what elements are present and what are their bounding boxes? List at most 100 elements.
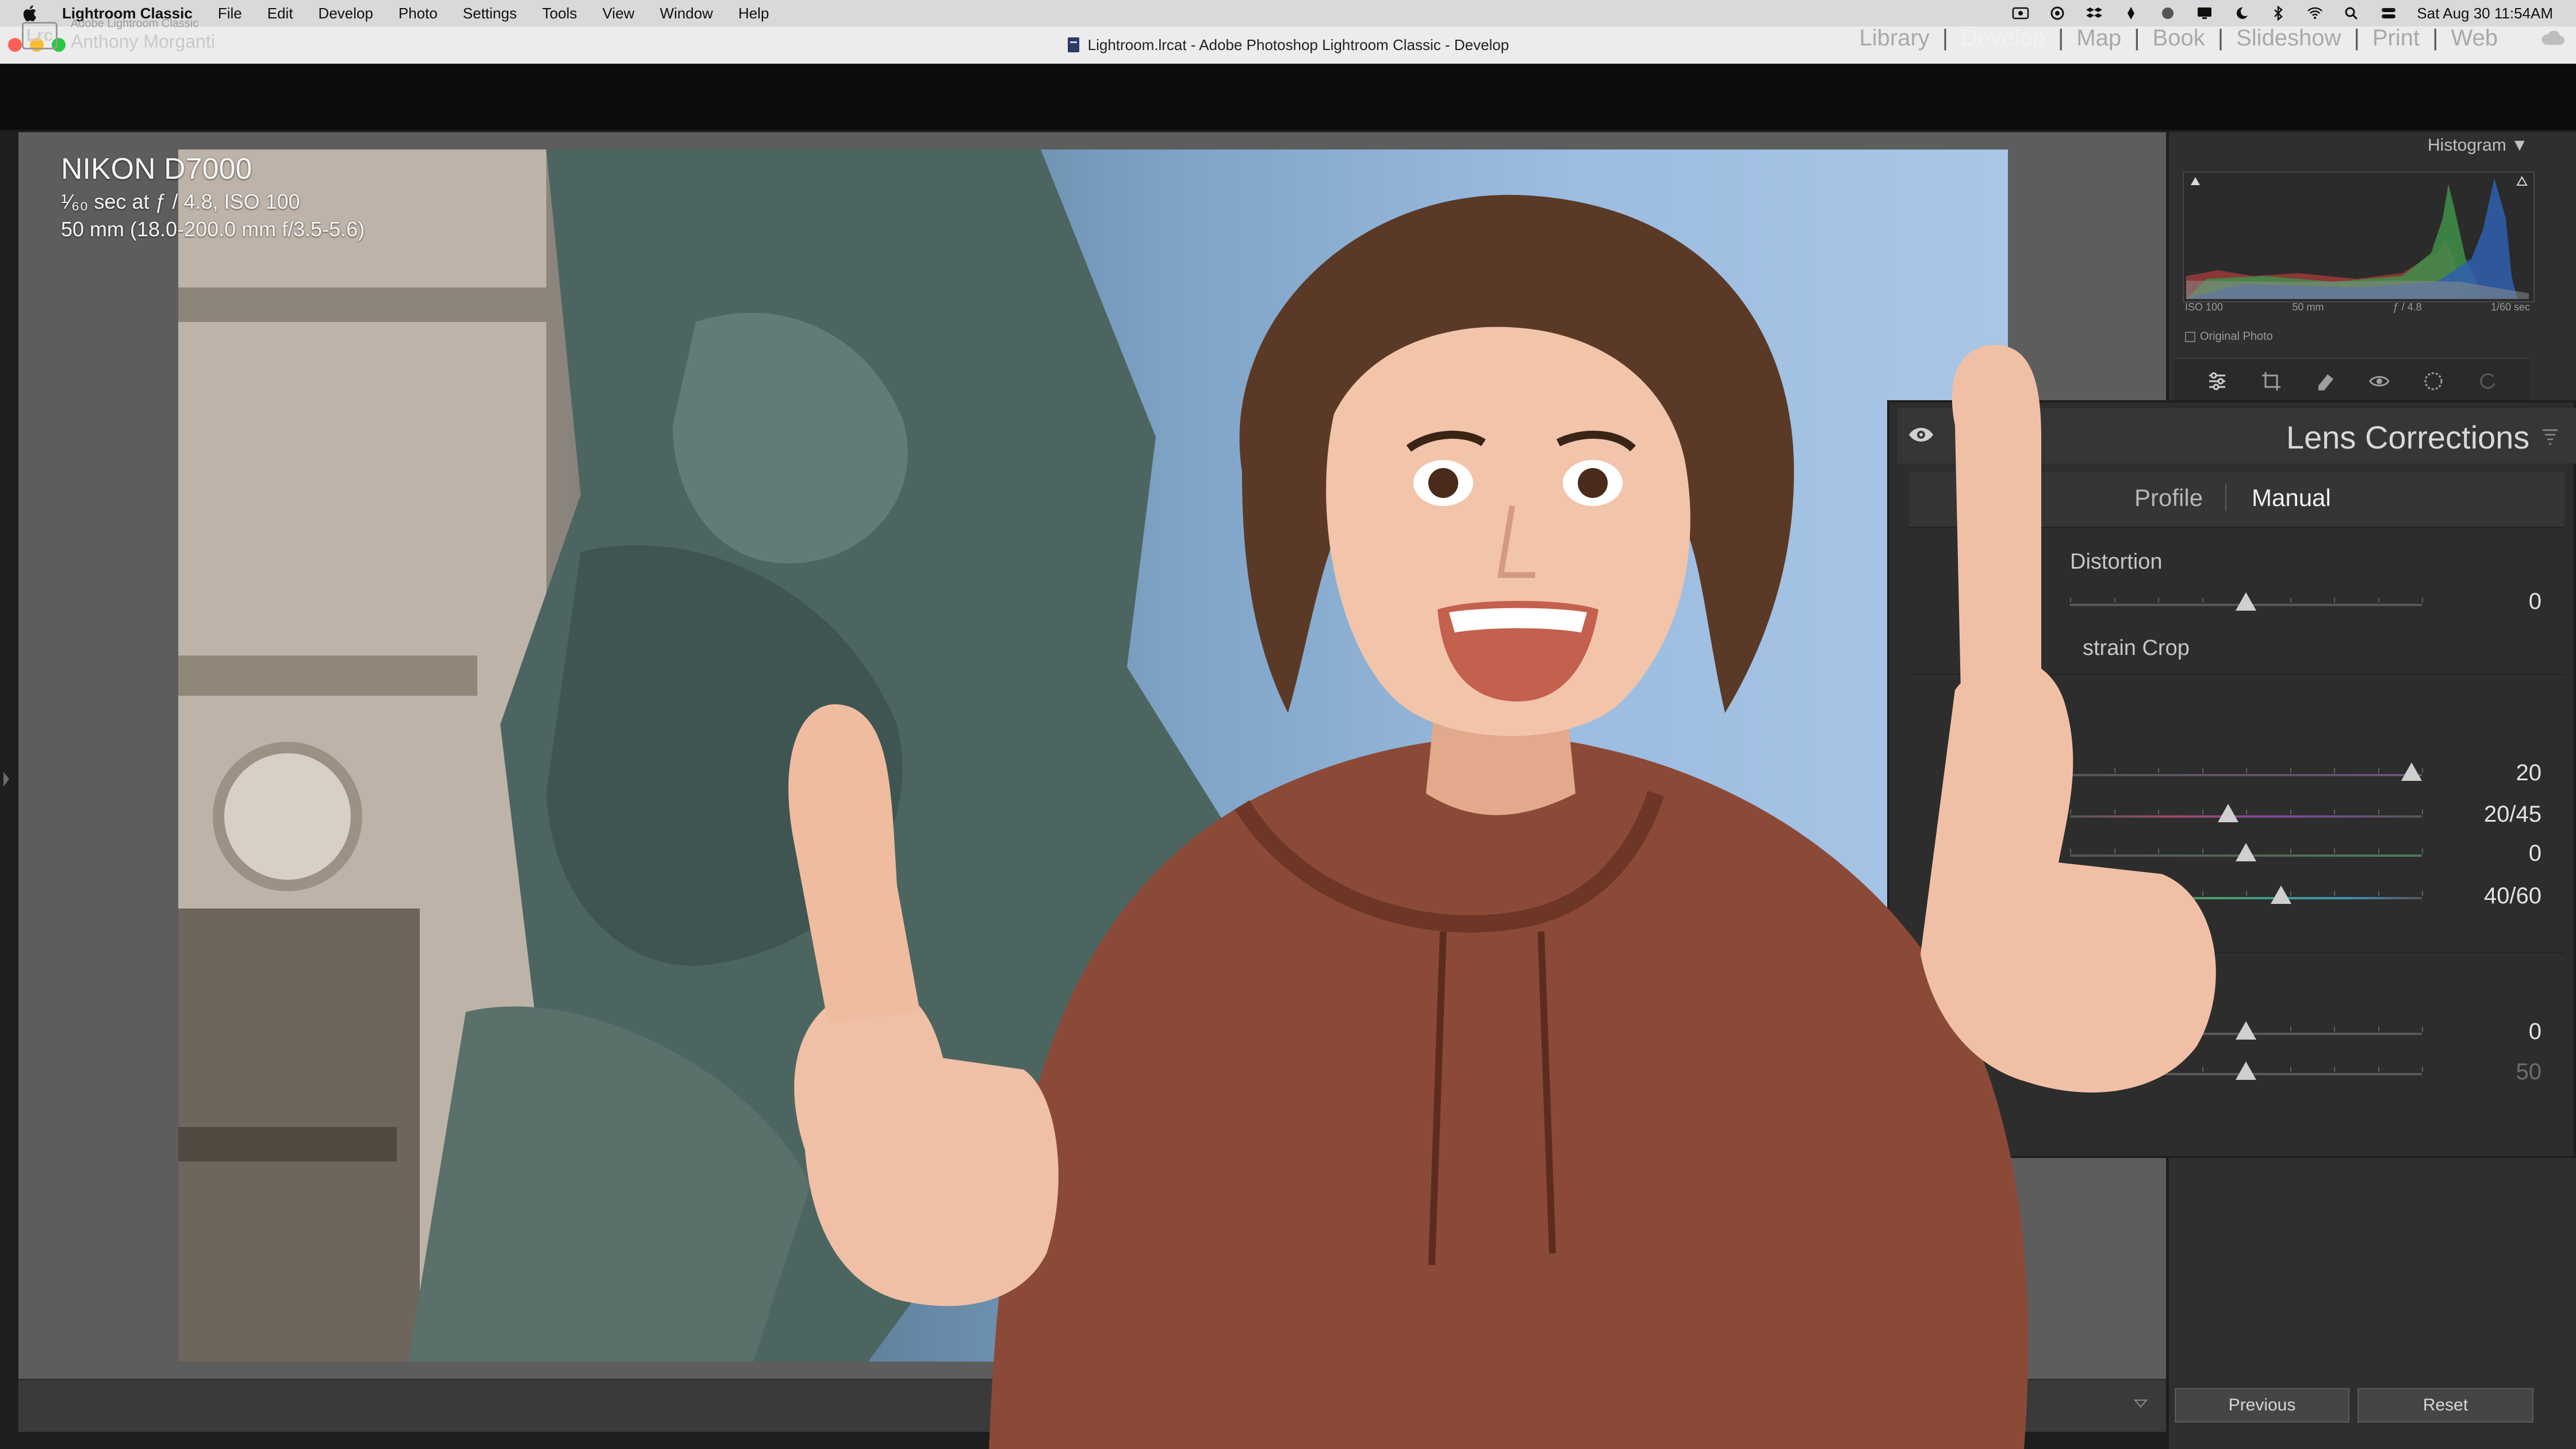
slider-tick <box>2334 891 2335 896</box>
menu-clock[interactable]: Sat Aug 30 11:54AM <box>2417 5 2553 22</box>
defringe-green-amount-value[interactable]: 0 <box>2472 841 2542 867</box>
slider-tick <box>2290 768 2291 773</box>
defringe-green-hue-value[interactable]: 40/60 <box>2472 883 2542 909</box>
histogram-header[interactable]: Histogram ▼ <box>2428 136 2528 155</box>
plugin-icon[interactable] <box>2122 6 2140 21</box>
module-develop[interactable]: Develop <box>1961 25 2045 51</box>
lightroom-identity-plate <box>0 64 2576 130</box>
module-picker: Library | Develop | Map | Book | Slideshow | … <box>1860 25 2536 51</box>
exposure-info: ¹⁄₆₀ sec at ƒ / 4.8, ISO 100 <box>61 190 300 213</box>
slider-tick <box>2422 849 2423 853</box>
presenter-thumbs-up-overlay <box>788 194 2216 1449</box>
healing-eraser-icon[interactable] <box>2314 370 2337 393</box>
defringe-purple-amount-value[interactable]: 20 <box>2472 760 2542 786</box>
slider-tick <box>2334 1027 2335 1032</box>
wifi-icon[interactable] <box>2306 6 2324 21</box>
module-slideshow[interactable]: Slideshow <box>2236 25 2341 51</box>
module-library[interactable]: Library <box>1860 25 1930 51</box>
menu-edit[interactable]: Edit <box>267 5 293 22</box>
histogram-title: Histogram <box>2428 136 2506 155</box>
slider-tick <box>2290 810 2291 814</box>
menu-window[interactable]: Window <box>660 5 712 22</box>
module-book[interactable]: Book <box>2153 25 2205 51</box>
slider-tick <box>2378 1067 2379 1072</box>
slider-tick <box>2290 1067 2291 1072</box>
defringe-purple-hue-value[interactable]: 20/45 <box>2472 802 2542 827</box>
module-separator: | <box>2432 25 2439 51</box>
creative-cloud-icon[interactable] <box>2049 6 2066 21</box>
vignetting-midpoint-value[interactable]: 50 <box>2472 1059 2542 1085</box>
dropbox-icon[interactable] <box>2086 6 2103 21</box>
bluetooth-icon[interactable] <box>2270 6 2287 21</box>
slider-tick <box>2378 891 2379 896</box>
module-separator: | <box>2353 25 2360 51</box>
module-separator: | <box>2134 25 2140 51</box>
left-panel-toggle-icon[interactable] <box>2 770 10 788</box>
slider-tick <box>2290 849 2291 853</box>
lens-info: 50 mm (18.0-200.0 mm f/3.5-5.6) <box>61 217 365 241</box>
collapse-triangle-icon: ▼ <box>2511 136 2528 155</box>
slider-tick <box>2378 810 2379 814</box>
slider-tick <box>2422 1067 2423 1072</box>
module-separator: | <box>2217 25 2224 51</box>
module-separator: | <box>1942 25 1949 51</box>
slider-tick <box>2378 1027 2379 1032</box>
distortion-value[interactable]: 0 <box>2472 589 2542 615</box>
slider-tick <box>2378 849 2379 853</box>
vignetting-amount-value[interactable]: 0 <box>2472 1019 2542 1045</box>
masking-icon[interactable] <box>2422 370 2445 393</box>
menu-tools[interactable]: Tools <box>542 5 577 22</box>
menu-develop[interactable]: Develop <box>319 5 373 22</box>
user-name: Anthony Morganti <box>71 31 215 52</box>
macos-menu-bar: Lightroom Classic File Edit Develop Phot… <box>0 0 2576 26</box>
app-status-icon[interactable] <box>2159 6 2176 21</box>
slider-tick <box>2422 810 2423 814</box>
slider-tick <box>2290 598 2291 603</box>
module-map[interactable]: Map <box>2076 25 2121 51</box>
camera-model: NIKON D7000 <box>61 152 252 186</box>
slider-tick <box>2334 1067 2335 1072</box>
histogram-aperture: ƒ / 4.8 <box>2393 301 2422 313</box>
catalog-document-icon <box>1067 37 1079 52</box>
red-eye-icon[interactable] <box>2368 370 2391 393</box>
screen-record-icon[interactable] <box>2012 6 2029 21</box>
loupe-info-overlay: NIKON D7000 ¹⁄₆₀ sec at ƒ / 4.8, ISO 100… <box>61 152 365 241</box>
menu-file[interactable]: File <box>218 5 242 22</box>
apple-icon[interactable] <box>21 3 40 23</box>
search-icon[interactable] <box>2343 6 2360 21</box>
reset-button[interactable]: Reset <box>2358 1388 2533 1423</box>
lens-corrections-title[interactable]: Lens Corrections <box>2286 419 2529 456</box>
close-window-button[interactable] <box>8 38 22 52</box>
cloud-sync-icon[interactable] <box>2540 30 2566 47</box>
slider-tick <box>2290 1027 2291 1032</box>
menu-settings[interactable]: Settings <box>463 5 517 22</box>
module-web[interactable]: Web <box>2451 25 2498 51</box>
module-separator: | <box>2057 25 2064 51</box>
menu-view[interactable]: View <box>603 5 635 22</box>
slider-tick <box>2334 768 2335 773</box>
histogram-shutter: 1/60 sec <box>2490 301 2530 313</box>
histogram-focal: 50 mm <box>2292 301 2324 313</box>
slider-tick <box>2378 768 2379 773</box>
menu-photo[interactable]: Photo <box>398 5 438 22</box>
panel-menu-icon[interactable] <box>2542 428 2559 447</box>
slider-tick <box>2334 598 2335 603</box>
lrc-logo: Lrc <box>22 22 57 49</box>
control-center-icon[interactable] <box>2380 6 2397 21</box>
slider-tick <box>2334 810 2335 814</box>
moon-icon[interactable] <box>2233 6 2250 21</box>
slider-tick <box>2422 1027 2423 1032</box>
menu-help[interactable]: Help <box>738 5 769 22</box>
presets-icon[interactable] <box>2476 370 2499 393</box>
slider-tick <box>2334 849 2335 853</box>
slider-tick <box>2422 598 2423 603</box>
module-print[interactable]: Print <box>2372 25 2420 51</box>
slider-tick <box>2378 598 2379 603</box>
slider-tick <box>2422 768 2423 773</box>
display-icon[interactable] <box>2196 6 2213 21</box>
slider-thumb[interactable] <box>2401 762 2422 781</box>
brand-name: Adobe Lightroom Classic <box>71 17 199 30</box>
window-title: Lightroom.lrcat - Adobe Photoshop Lightr… <box>1087 36 1509 53</box>
slider-tick <box>2422 891 2423 896</box>
status-icons: Sat Aug 30 11:54AM <box>2012 0 2553 26</box>
